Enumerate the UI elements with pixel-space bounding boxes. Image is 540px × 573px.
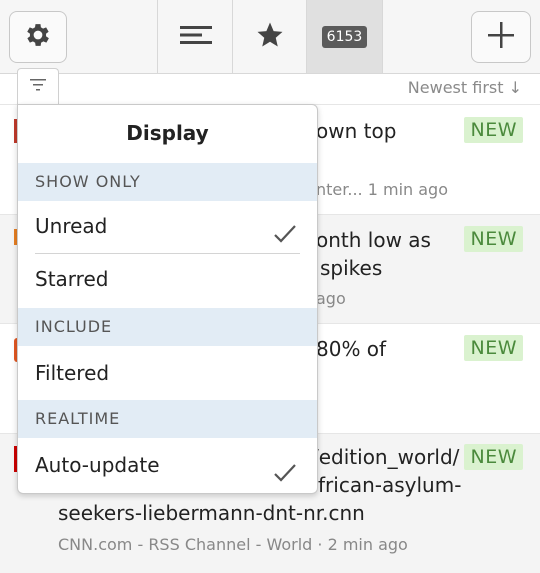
checkmark-icon	[273, 453, 297, 493]
list-subheader: Newest first ↓	[0, 68, 540, 104]
option-label: Starred	[35, 267, 109, 291]
filter-menu-tab[interactable]	[17, 68, 59, 104]
sort-order-button[interactable]	[157, 0, 233, 73]
option-label: Auto-update	[35, 453, 160, 477]
option-label: Filtered	[35, 361, 110, 385]
section-realtime: REALTIME	[18, 400, 317, 438]
item-title: /edition_world/	[312, 445, 460, 469]
lines-icon	[179, 23, 213, 51]
item-title-line2: frican-asylum-	[318, 473, 462, 497]
star-icon	[255, 20, 285, 54]
item-title: own top	[316, 119, 397, 143]
settings-button[interactable]	[9, 11, 67, 63]
sort-order-label[interactable]: Newest first ↓	[408, 78, 522, 97]
new-badge: NEW	[464, 117, 523, 143]
add-feed-button[interactable]	[471, 11, 531, 63]
item-meta: nter... 1 min ago	[316, 180, 448, 199]
section-show-only: SHOW ONLY	[18, 163, 317, 201]
display-options-dropdown: Display SHOW ONLY Unread Starred INCLUDE…	[17, 104, 318, 494]
plus-icon	[485, 19, 517, 55]
new-badge: NEW	[464, 444, 523, 470]
gear-icon	[23, 20, 53, 54]
new-badge: NEW	[464, 335, 523, 361]
toolbar: 6153	[0, 0, 540, 74]
item-title: 80% of	[316, 337, 387, 361]
filter-icon	[29, 77, 47, 96]
option-filtered[interactable]: Filtered	[18, 348, 317, 398]
item-title-line3: seekers-liebermann-dnt-nr.cnn	[58, 501, 365, 525]
option-label: Unread	[35, 214, 108, 238]
item-title-line2: spikes	[320, 256, 383, 280]
item-meta: ago	[316, 289, 346, 308]
new-badge: NEW	[464, 226, 523, 252]
unread-count-badge: 6153	[321, 25, 368, 48]
item-title: onth low as	[316, 228, 431, 252]
unread-count-button[interactable]: 6153	[306, 0, 383, 73]
item-meta: CNN.com - RSS Channel - World · 2 min ag…	[58, 535, 408, 554]
starred-filter-button[interactable]	[232, 0, 307, 73]
section-include: INCLUDE	[18, 308, 317, 346]
dropdown-title: Display	[126, 121, 209, 145]
option-starred[interactable]: Starred	[18, 254, 317, 304]
option-unread[interactable]: Unread	[18, 201, 317, 251]
option-auto-update[interactable]: Auto-update	[18, 440, 317, 490]
